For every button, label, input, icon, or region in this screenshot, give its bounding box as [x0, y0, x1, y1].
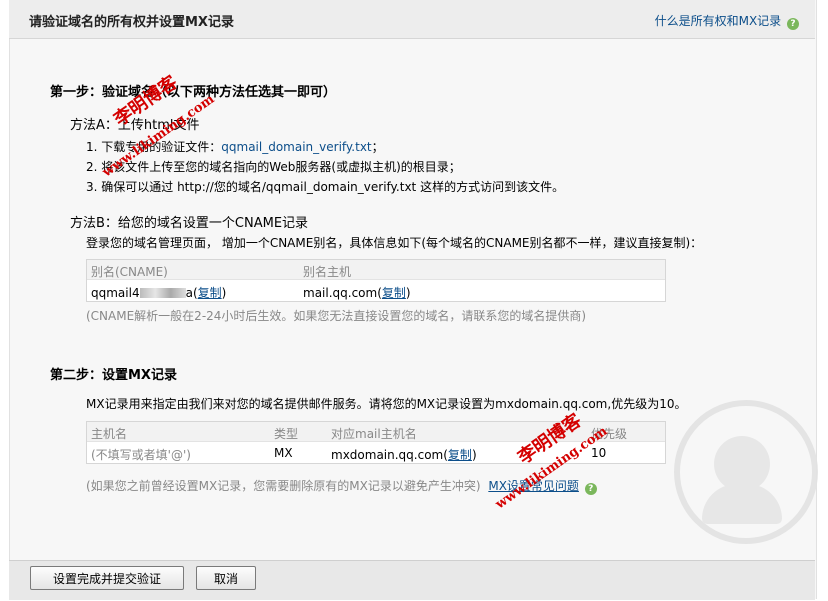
method-b-title: 方法B：给您的域名设置一个CNAME记录 [70, 216, 309, 231]
cname-table-header: 别名(CNAME) 别名主机 [87, 260, 665, 280]
step2-heading: 第二步：设置MX记录 [50, 368, 177, 383]
mx-intro: MX记录用来指定由我们来对您的域名提供邮件服务。请将您的MX记录设置为mxdom… [86, 397, 687, 411]
cname-table: 别名(CNAME) 别名主机 qqmail4 a(复制) mail.qq.com(… [86, 259, 666, 302]
verify-file-download-link[interactable]: qqmail_domain_verify.txt [221, 140, 371, 154]
copy-host-link[interactable]: 复制 [382, 286, 406, 300]
cname-host-value: mail.qq.com [303, 286, 378, 300]
cname-alias-tail: a [185, 286, 193, 300]
cname-alias-value: qqmail4 [91, 286, 140, 300]
table-row: qqmail4 a(复制) mail.qq.com(复制) [87, 280, 665, 301]
cname-col-alias: 别名(CNAME) [91, 265, 168, 279]
cname-note: (CNAME解析一般在2-24小时后生效。如果您无法直接设置您的域名，请联系您的… [86, 309, 587, 323]
table-row: (不填写或者填'@') MX mxdomain.qq.com(复制) 10 [87, 442, 665, 463]
copy-mx-link[interactable]: 复制 [448, 448, 472, 462]
mx-col-type: 类型 [274, 427, 299, 441]
cancel-button[interactable]: 取消 [196, 566, 256, 590]
mx-note: (如果您之前曾经设置MX记录，您需要删除原有的MX记录以避免产生冲突) [86, 479, 481, 493]
cname-col-host: 别名主机 [303, 265, 352, 279]
method-a-step2: 2. 将该文件上传至您的域名指向的Web服务器(或虚拟主机)的根目录； [86, 160, 461, 174]
step1-heading: 第一步：验证域名（以下两种方法任选其一即可） [50, 85, 337, 100]
mx-mail-cell: mxdomain.qq.com(复制) [331, 448, 477, 462]
help-link-label[interactable]: 什么是所有权和MX记录 [655, 14, 782, 28]
mx-host-value: (不填写或者填'@') [91, 448, 191, 462]
faq-question-icon[interactable]: ? [584, 483, 597, 495]
method-a-step1-suffix: ； [371, 140, 384, 154]
page-title: 请验证域名的所有权并设置MX记录 [29, 15, 234, 30]
mx-col-mail: 对应mail主机名 [331, 427, 417, 441]
mx-faq-link[interactable]: MX设置常见问题 [488, 479, 579, 493]
cname-alias-cell: qqmail4 a(复制) [91, 286, 227, 300]
mx-note-line: (如果您之前曾经设置MX记录，您需要删除原有的MX记录以避免产生冲突) MX设置… [86, 477, 597, 495]
help-link[interactable]: 什么是所有权和MX记录 ? [655, 12, 799, 30]
method-a-step3: 3. 确保可以通过 http://您的域名/qqmail_domain_veri… [86, 180, 565, 194]
mx-col-host: 主机名 [91, 427, 128, 441]
method-a-title: 方法A：上传html文件 [70, 118, 200, 133]
avatar-stamp-icon [674, 400, 818, 544]
mx-table: 主机名 类型 对应mail主机名 优先级 (不填写或者填'@') MX mxdo… [86, 421, 666, 464]
title-bar: 请验证域名的所有权并设置MX记录 什么是所有权和MX记录 ? [9, 0, 815, 39]
cname-host-cell: mail.qq.com(复制) [303, 286, 411, 300]
blurred-text [139, 288, 186, 298]
mx-table-header: 主机名 类型 对应mail主机名 优先级 [87, 422, 665, 442]
mx-type-value: MX [274, 446, 293, 460]
mx-col-priority: 优先级 [591, 427, 628, 441]
submit-verify-button[interactable]: 设置完成并提交验证 [30, 566, 184, 590]
copy-alias-link[interactable]: 复制 [198, 286, 222, 300]
method-b-intro: 登录您的域名管理页面， 增加一个CNAME别名，具体信息如下(每个域名的CNAM… [86, 236, 703, 250]
method-a-step1: 1. 下载专用的验证文件：qqmail_domain_verify.txt； [86, 138, 384, 155]
method-a-step1-prefix: 1. 下载专用的验证文件： [86, 140, 222, 154]
mx-priority-value: 10 [591, 446, 607, 460]
help-question-icon[interactable]: ? [787, 18, 799, 30]
mx-mail-value: mxdomain.qq.com [331, 448, 444, 462]
